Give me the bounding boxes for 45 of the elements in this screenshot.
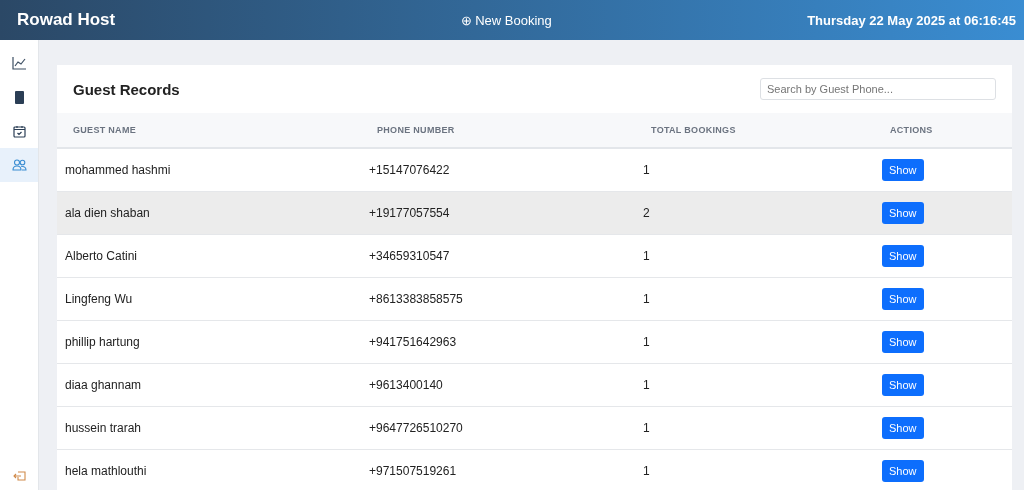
show-button[interactable]: Show [882, 331, 924, 353]
show-button[interactable]: Show [882, 288, 924, 310]
new-booking-link[interactable]: ⊕ New Booking [460, 12, 552, 28]
logout-icon[interactable] [12, 471, 26, 481]
chart-icon[interactable] [12, 56, 26, 70]
guest-name-cell: hussein trarah [57, 406, 361, 450]
show-button[interactable]: Show [882, 159, 924, 181]
show-button[interactable]: Show [882, 245, 924, 267]
phone-cell: +15147076422 [361, 148, 635, 192]
show-button[interactable]: Show [882, 374, 924, 396]
guest-name-cell: ala dien shaban [57, 191, 361, 235]
guest-name-cell: Alberto Catini [57, 234, 361, 278]
calendar-icon[interactable] [12, 124, 26, 138]
bookings-cell: 1 [635, 277, 874, 321]
column-header: PHONE NUMBER [361, 113, 635, 148]
date-time: Thursday 22 May 2025 at 06:16:45 [807, 12, 1016, 28]
guest-name-cell: diaa ghannam [57, 363, 361, 407]
guest-name-cell: hela mathlouthi [57, 449, 361, 490]
phone-cell: +19177057554 [361, 191, 635, 235]
app-title: Rowad Host [17, 10, 116, 30]
phone-cell: +9647726510270 [361, 406, 635, 450]
show-button[interactable]: Show [882, 417, 924, 439]
bookings-cell: 1 [635, 320, 874, 364]
phone-cell: +971507519261 [361, 449, 635, 490]
phone-cell: +941751642963 [361, 320, 635, 364]
bookings-cell: 1 [635, 449, 874, 490]
users-icon[interactable] [11, 159, 27, 171]
column-header: GUEST NAME [57, 113, 361, 148]
guest-name-cell: phillip hartung [57, 320, 361, 364]
column-header: TOTAL BOOKINGS [635, 113, 874, 148]
phone-cell: +8613383858575 [361, 277, 635, 321]
bookings-cell: 1 [635, 148, 874, 192]
phone-cell: +34659310547 [361, 234, 635, 278]
bookings-cell: 2 [635, 191, 874, 235]
guest-name-cell: mohammed hashmi [57, 148, 361, 192]
search-field[interactable]: Search by Guest Phone... [760, 78, 996, 100]
column-header: ACTIONS [874, 113, 1012, 148]
bookings-cell: 1 [635, 234, 874, 278]
show-button[interactable]: Show [882, 202, 924, 224]
guest-name-cell: Lingfeng Wu [57, 277, 361, 321]
bookings-cell: 1 [635, 363, 874, 407]
phone-cell: +9613400140 [361, 363, 635, 407]
show-button[interactable]: Show [882, 460, 924, 482]
bookings-cell: 1 [635, 406, 874, 450]
card-title: Guest Records [73, 80, 180, 98]
